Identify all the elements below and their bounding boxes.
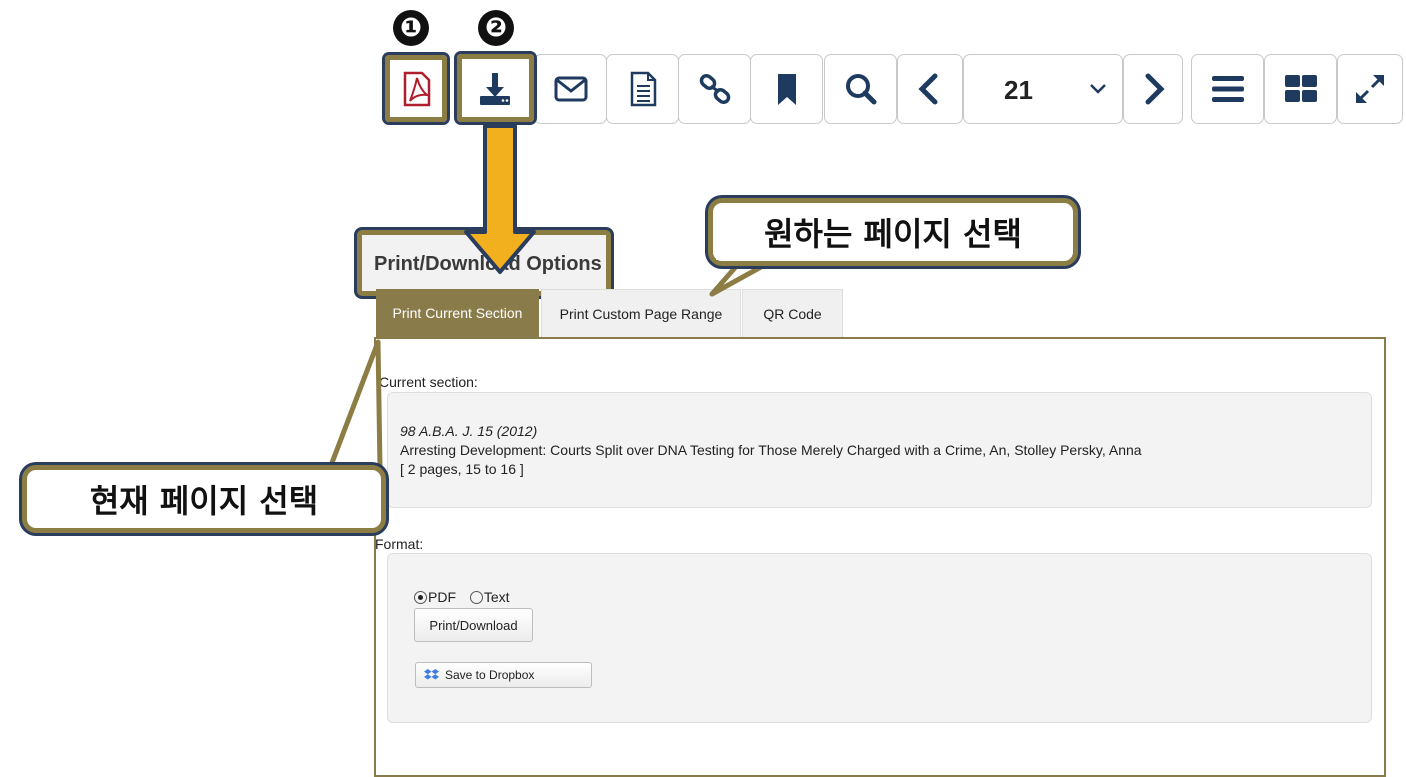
select-page-callout: 원하는 페이지 선택 — [708, 198, 1078, 266]
annotation-overlay — [327, 124, 772, 469]
select-page-callout-tail — [709, 259, 772, 297]
current-page-callout-tail — [327, 339, 383, 469]
download-arrow — [464, 124, 536, 274]
callout-seam-bottom — [330, 473, 376, 485]
callout-seam-top — [716, 248, 756, 260]
